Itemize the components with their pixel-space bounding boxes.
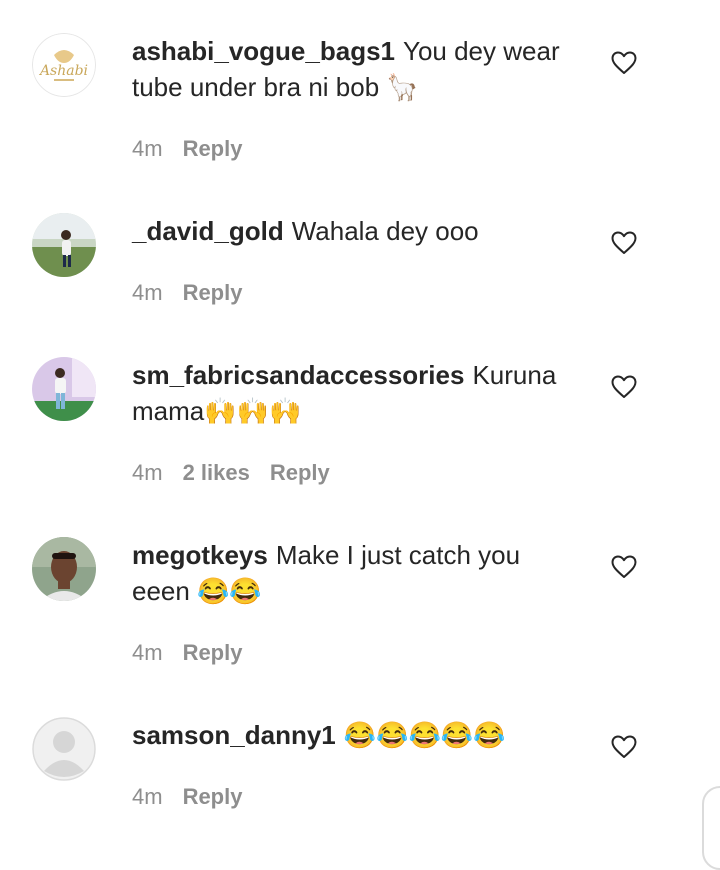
avatar[interactable] xyxy=(32,213,96,277)
comment-username[interactable]: ashabi_vogue_bags1 xyxy=(132,36,395,66)
comment-text: megotkeys Make I just catch you eeen 😂😂 xyxy=(132,537,582,609)
comment-meta: 4m 2 likes Reply xyxy=(132,458,350,488)
heart-outline-icon[interactable] xyxy=(611,555,637,579)
comment-text: _david_gold Wahala dey ooo xyxy=(132,213,582,249)
comment-meta: 4m Reply xyxy=(132,782,262,812)
comment-text: sm_fabricsandaccessories Kuruna mama🙌🙌🙌 xyxy=(132,357,582,429)
comment-body: Wahala dey ooo xyxy=(291,216,479,246)
comment-username[interactable]: samson_danny1 xyxy=(132,720,336,750)
comment-username[interactable]: _david_gold xyxy=(132,216,284,246)
comment-time: 4m xyxy=(132,640,163,665)
likes-count[interactable]: 2 likes xyxy=(183,460,250,485)
reply-button[interactable]: Reply xyxy=(183,280,243,305)
comment-time: 4m xyxy=(132,784,163,809)
comment-meta: 4m Reply xyxy=(132,134,262,164)
reply-button[interactable]: Reply xyxy=(270,460,330,485)
comment-text: samson_danny1 😂😂😂😂😂 xyxy=(132,717,582,753)
avatar[interactable] xyxy=(32,537,96,601)
svg-text:Ashabi: Ashabi xyxy=(38,63,88,79)
reply-button[interactable]: Reply xyxy=(183,640,243,665)
comment-time: 4m xyxy=(132,460,163,485)
heart-outline-icon[interactable] xyxy=(611,231,637,255)
comment-time: 4m xyxy=(132,136,163,161)
heart-outline-icon[interactable] xyxy=(611,51,637,75)
floating-button-edge[interactable] xyxy=(702,786,720,870)
avatar[interactable] xyxy=(32,717,96,781)
comment-time: 4m xyxy=(132,280,163,305)
comment-text: ashabi_vogue_bags1 You dey wear tube unde… xyxy=(132,33,582,105)
comment-body: 😂😂😂😂😂 xyxy=(343,720,506,750)
comment-username[interactable]: sm_fabricsandaccessories xyxy=(132,360,464,390)
reply-button[interactable]: Reply xyxy=(183,136,243,161)
comment-username[interactable]: megotkeys xyxy=(132,540,268,570)
comment-meta: 4m Reply xyxy=(132,638,262,668)
avatar[interactable] xyxy=(32,357,96,421)
comment-meta: 4m Reply xyxy=(132,278,262,308)
heart-outline-icon[interactable] xyxy=(611,375,637,399)
reply-button[interactable]: Reply xyxy=(183,784,243,809)
avatar[interactable]: Ashabi xyxy=(32,33,96,97)
heart-outline-icon[interactable] xyxy=(611,735,637,759)
